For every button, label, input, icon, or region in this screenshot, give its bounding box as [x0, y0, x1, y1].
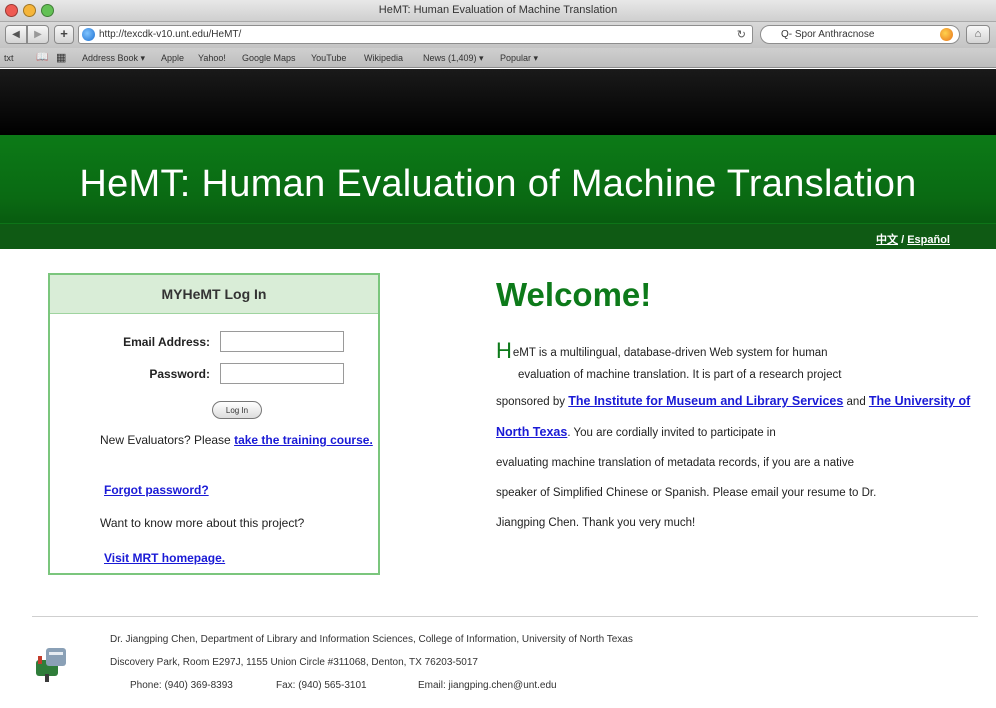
site-title: HeMT: Human Evaluation of Machine Transl…: [79, 163, 917, 205]
drop-cap: H: [496, 338, 512, 363]
bookmark-address-book[interactable]: Address Book ▾: [82, 53, 145, 64]
welcome-line-6: speaker of Simplified Chinese or Spanish…: [496, 487, 877, 499]
welcome-line-5: evaluating machine translation of metada…: [496, 457, 854, 469]
imls-link[interactable]: The Institute for Museum and Library Ser…: [568, 394, 843, 408]
bookmarks-prefix: txt: [4, 53, 14, 63]
lang-separator: /: [898, 234, 908, 246]
welcome-line-3: sponsored by The Institute for Museum an…: [496, 386, 976, 448]
bookmark-yahoo[interactable]: Yahoo!: [198, 53, 226, 63]
add-bookmark-button[interactable]: +: [54, 25, 74, 44]
search-input[interactable]: Q- Spor Anthracnose: [760, 25, 960, 44]
welcome-line-7: Jiangping Chen. Thank you very much!: [496, 517, 696, 529]
training-link[interactable]: take the training course.: [234, 433, 373, 447]
browser-toolbar: ◀ ▶ + http://texcdk-v10.unt.edu/HeMT/ ↻ …: [0, 22, 996, 48]
welcome-body: HeMT is a multilingual, database-driven …: [496, 336, 976, 538]
password-label: Password:: [149, 367, 210, 381]
reload-icon[interactable]: ↻: [737, 28, 746, 41]
home-icon[interactable]: ⌂: [966, 25, 990, 44]
language-links: 中文 / Español: [876, 231, 950, 247]
language-strip: 中文 / Español: [0, 223, 996, 249]
forgot-password-link[interactable]: Forgot password?: [104, 483, 209, 497]
welcome-title: Welcome!: [496, 276, 652, 313]
welcome-text-1: eMT is a multilingual, database-driven W…: [512, 347, 828, 359]
welcome-and-text: and: [843, 396, 869, 408]
welcome-text-3: sponsored by: [496, 396, 569, 408]
header-dark-band: [0, 69, 996, 135]
homepage-link[interactable]: Visit MRT homepage.: [104, 551, 225, 565]
window-title: HeMT: Human Evaluation of Machine Transl…: [378, 4, 618, 16]
bookmark-news[interactable]: News (1,409) ▾: [423, 53, 484, 64]
bookmark-wikipedia[interactable]: Wikipedia: [364, 53, 403, 63]
bookmark-youtube[interactable]: YouTube: [311, 53, 346, 63]
welcome-text-4: . You are cordially invited to participa…: [567, 427, 776, 439]
url-text: http://texcdk-v10.unt.edu/HeMT/: [99, 29, 242, 40]
new-evaluators-label: New Evaluators? Please: [100, 433, 235, 447]
bookmarks-bar: txt 📖 ▦ Address Book ▾ Apple Yahoo! Goog…: [0, 48, 996, 68]
forward-button[interactable]: ▶: [27, 25, 49, 44]
window-titlebar: HeMT: Human Evaluation of Machine Transl…: [0, 0, 996, 22]
reading-list-icon[interactable]: 📖: [36, 52, 48, 63]
forgot-password-row: Forgot password?: [104, 483, 209, 498]
mailbox-icon: [36, 648, 66, 682]
more-info-text: Want to know more about this project?: [100, 516, 305, 530]
search-text: Q- Spor Anthracnose: [781, 29, 875, 40]
bookmark-popular[interactable]: Popular ▾: [500, 53, 538, 64]
footer-address-line-1: Dr. Jiangping Chen, Department of Librar…: [110, 634, 633, 645]
email-field[interactable]: [220, 331, 344, 352]
top-sites-icon[interactable]: ▦: [56, 51, 66, 64]
search-engine-icon[interactable]: [940, 28, 953, 41]
email-label: Email Address:: [123, 335, 210, 349]
login-panel: MYHeMT Log In Email Address: Password: L…: [48, 273, 380, 575]
login-heading: MYHeMT Log In: [50, 275, 378, 314]
globe-icon: [82, 28, 95, 41]
homepage-row: Visit MRT homepage.: [104, 551, 225, 566]
back-button[interactable]: ◀: [5, 25, 27, 44]
lang-spanish-link[interactable]: Español: [907, 234, 950, 246]
welcome-line-2: evaluation of machine translation. It is…: [518, 369, 842, 381]
footer-fax: Fax: (940) 565-3101: [276, 680, 367, 691]
login-button[interactable]: Log In: [212, 401, 262, 419]
password-field[interactable]: [220, 363, 344, 384]
lang-chinese-link[interactable]: 中文: [876, 234, 898, 246]
address-bar[interactable]: http://texcdk-v10.unt.edu/HeMT/ ↻: [78, 25, 753, 44]
bookmark-google-maps[interactable]: Google Maps: [242, 53, 296, 63]
site-banner: HeMT: Human Evaluation of Machine Transl…: [0, 135, 996, 249]
bookmark-apple[interactable]: Apple: [161, 53, 184, 63]
footer-address-line-2: Discovery Park, Room E297J, 1155 Union C…: [110, 657, 478, 668]
new-evaluators-text: New Evaluators? Please take the training…: [100, 433, 380, 448]
footer-email[interactable]: Email: jiangping.chen@unt.edu: [418, 680, 557, 691]
footer-divider: [32, 616, 978, 617]
footer-phone: Phone: (940) 369-8393: [130, 680, 233, 691]
